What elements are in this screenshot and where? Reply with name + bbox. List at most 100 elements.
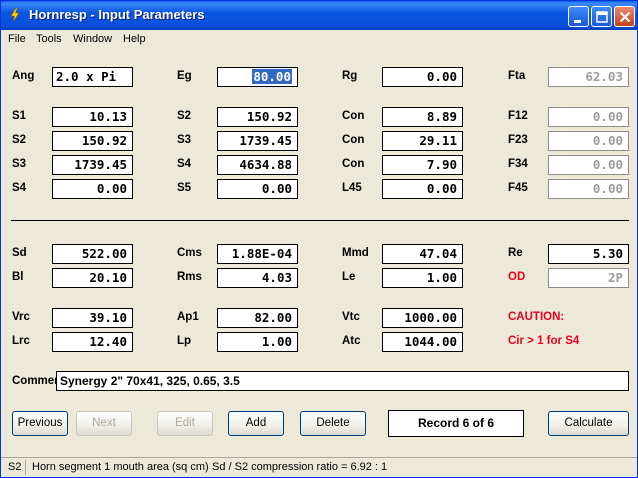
menu-file[interactable]: File [8, 33, 26, 45]
label-le: Le [342, 271, 356, 283]
s2-seg1-field[interactable]: 150.92 [217, 107, 298, 127]
s4-field[interactable]: 0.00 [52, 179, 133, 199]
label-con-2: Con [342, 134, 365, 146]
label-vrc: Vrc [12, 311, 30, 323]
f12-field: 0.00 [548, 107, 629, 127]
status-description: Horn segment 1 mouth area (sq cm) [32, 461, 209, 473]
close-icon [619, 11, 631, 23]
delete-button[interactable]: Delete [300, 411, 366, 436]
cms-field[interactable]: 1.88E-04 [217, 244, 298, 264]
menu-bar: File Tools Window Help [1, 30, 637, 49]
re-field[interactable]: 5.30 [548, 244, 629, 264]
status-field-name: S2 [8, 461, 22, 473]
label-ang: Ang [12, 70, 35, 82]
menu-window[interactable]: Window [73, 33, 112, 45]
label-con-3: Con [342, 158, 365, 170]
calculate-button[interactable]: Calculate [548, 411, 629, 436]
f23-field: 0.00 [548, 131, 629, 151]
label-f45: F45 [508, 182, 528, 194]
next-button[interactable]: Next [76, 411, 132, 436]
label-mmd: Mmd [342, 247, 369, 259]
label-s2-seg1: S2 [177, 110, 192, 122]
eg-field[interactable]: 80.00 [217, 67, 298, 87]
menu-help[interactable]: Help [123, 33, 146, 45]
label-sd: Sd [12, 247, 27, 259]
f45-field: 0.00 [548, 179, 629, 199]
l45-field[interactable]: 0.00 [382, 179, 463, 199]
window-title: Hornresp - Input Parameters [29, 7, 205, 22]
label-s3: S3 [12, 158, 27, 170]
record-indicator: Record 6 of 6 [388, 410, 524, 437]
label-eg: Eg [177, 70, 192, 82]
previous-button[interactable]: Previous [12, 411, 68, 436]
maximize-button[interactable] [591, 6, 612, 27]
ap1-field[interactable]: 82.00 [217, 308, 298, 328]
ang-field[interactable]: 2.0 x Pi [52, 67, 133, 87]
sd-field[interactable]: 522.00 [52, 244, 133, 264]
label-lp: Lp [177, 335, 192, 347]
mmd-field[interactable]: 47.04 [382, 244, 463, 264]
s3-seg2-field[interactable]: 1739.45 [217, 131, 298, 151]
lightning-icon [10, 7, 20, 23]
le-field[interactable]: 1.00 [382, 268, 463, 288]
label-s4: S4 [12, 182, 27, 194]
vtc-field[interactable]: 1000.00 [382, 308, 463, 328]
label-rms: Rms [177, 271, 202, 283]
section-divider [11, 220, 629, 221]
atc-field[interactable]: 1044.00 [382, 332, 463, 352]
con2-field[interactable]: 29.11 [382, 131, 463, 151]
label-s3-seg2: S3 [177, 134, 192, 146]
status-bar: S2 Horn segment 1 mouth area (sq cm) Sd … [1, 457, 637, 477]
label-f34: F34 [508, 158, 528, 170]
label-re: Re [508, 247, 523, 259]
label-fta: Fta [508, 70, 526, 82]
label-ap1: Ap1 [177, 311, 199, 323]
label-l45: L45 [342, 182, 362, 194]
bl-field[interactable]: 20.10 [52, 268, 133, 288]
label-f23: F23 [508, 134, 528, 146]
label-lrc: Lrc [12, 335, 30, 347]
vrc-field[interactable]: 39.10 [52, 308, 133, 328]
fta-field: 62.03 [548, 67, 629, 87]
label-s5: S5 [177, 182, 192, 194]
rg-field[interactable]: 0.00 [382, 67, 463, 87]
lp-field[interactable]: 1.00 [217, 332, 298, 352]
hornresp-window: Hornresp - Input Parameters File Tools W… [0, 0, 638, 478]
menu-tools[interactable]: Tools [36, 33, 62, 45]
rms-field[interactable]: 4.03 [217, 268, 298, 288]
con1-field[interactable]: 8.89 [382, 107, 463, 127]
label-s4-seg3: S4 [177, 158, 192, 170]
con3-field[interactable]: 7.90 [382, 155, 463, 175]
edit-button[interactable]: Edit [157, 411, 213, 436]
s1-field[interactable]: 10.13 [52, 107, 133, 127]
label-f12: F12 [508, 110, 528, 122]
label-rg: Rg [342, 70, 358, 82]
close-button[interactable] [614, 6, 635, 27]
s3-field[interactable]: 1739.45 [52, 155, 133, 175]
caution-label: CAUTION: [508, 311, 565, 323]
label-con-1: Con [342, 110, 365, 122]
f34-field: 0.00 [548, 155, 629, 175]
title-bar[interactable]: Hornresp - Input Parameters [1, 1, 637, 30]
s4-seg3-field[interactable]: 4634.88 [217, 155, 298, 175]
minimize-button[interactable] [568, 6, 589, 27]
label-s1: S1 [12, 110, 27, 122]
lrc-field[interactable]: 12.40 [52, 332, 133, 352]
label-vtc: Vtc [342, 311, 360, 323]
label-cms: Cms [177, 247, 202, 259]
maximize-icon [596, 11, 608, 23]
status-compression-ratio: Sd / S2 compression ratio = 6.92 : 1 [212, 461, 388, 473]
label-s2: S2 [12, 134, 27, 146]
s2-field[interactable]: 150.92 [52, 131, 133, 151]
comment-field[interactable]: Synergy 2" 70x41, 325, 0.65, 3.5 [56, 371, 629, 391]
minimize-icon [574, 20, 581, 23]
od-field: 2P [548, 268, 629, 288]
label-bl: Bl [12, 271, 24, 283]
eg-value-selected: 80.00 [252, 69, 292, 84]
add-button[interactable]: Add [228, 411, 284, 436]
status-divider [25, 460, 26, 475]
s5-field[interactable]: 0.00 [217, 179, 298, 199]
caution-message: Cir > 1 for S4 [508, 335, 580, 347]
label-atc: Atc [342, 335, 361, 347]
label-od: OD [508, 271, 526, 283]
